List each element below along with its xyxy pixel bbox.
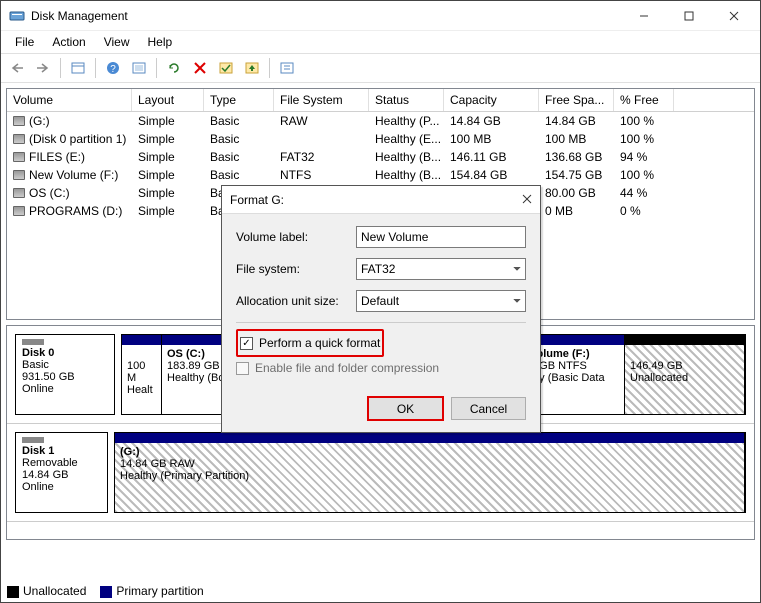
legend-primary: Primary partition <box>116 584 203 598</box>
table-row[interactable]: (Disk 0 partition 1)SimpleBasicHealthy (… <box>7 130 754 148</box>
quick-format-checkbox[interactable]: ✓ Perform a quick format <box>240 336 380 350</box>
maximize-button[interactable] <box>666 2 711 30</box>
show-hide-icon[interactable] <box>66 56 90 80</box>
legend: Unallocated Primary partition <box>7 584 204 598</box>
cancel-button[interactable]: Cancel <box>451 397 526 420</box>
quick-format-label: Perform a quick format <box>259 336 380 350</box>
dialog-titlebar: Format G: <box>222 186 540 214</box>
menu-action[interactable]: Action <box>44 33 93 51</box>
col-type[interactable]: Type <box>204 89 274 111</box>
col-volume[interactable]: Volume <box>7 89 132 111</box>
delete-icon[interactable] <box>188 56 212 80</box>
table-row[interactable]: New Volume (F:)SimpleBasicNTFSHealthy (B… <box>7 166 754 184</box>
legend-unallocated: Unallocated <box>23 584 86 598</box>
ok-button[interactable]: OK <box>368 397 443 420</box>
allocation-size-select[interactable]: Default <box>356 290 526 312</box>
window-title: Disk Management <box>31 9 621 23</box>
settings-icon[interactable] <box>127 56 151 80</box>
table-row[interactable]: FILES (E:)SimpleBasicFAT32Healthy (B...1… <box>7 148 754 166</box>
column-headers[interactable]: Volume Layout Type File System Status Ca… <box>7 89 754 112</box>
app-icon <box>9 8 25 24</box>
back-button[interactable] <box>5 56 29 80</box>
menubar: File Action View Help <box>1 31 760 53</box>
format-dialog: Format G: Volume label: File system: FAT… <box>221 185 541 433</box>
dialog-close-button[interactable] <box>522 193 532 207</box>
forward-button[interactable] <box>31 56 55 80</box>
file-system-label: File system: <box>236 262 356 276</box>
titlebar: Disk Management <box>1 1 760 31</box>
table-row[interactable]: (G:)SimpleBasicRAWHealthy (P...14.84 GB1… <box>7 112 754 130</box>
col-fs[interactable]: File System <box>274 89 369 111</box>
col-layout[interactable]: Layout <box>132 89 204 111</box>
up-icon[interactable] <box>240 56 264 80</box>
help-icon[interactable]: ? <box>101 56 125 80</box>
disk-info[interactable]: Disk 1Removable14.84 GBOnline <box>15 432 108 513</box>
disk-bar[interactable]: (G:)14.84 GB RAWHealthy (Primary Partiti… <box>114 432 746 513</box>
file-system-select[interactable]: FAT32 <box>356 258 526 280</box>
compression-label: Enable file and folder compression <box>255 361 439 375</box>
allocation-size-label: Allocation unit size: <box>236 294 356 308</box>
toolbar: ? <box>1 53 760 83</box>
compression-checkbox: Enable file and folder compression <box>236 361 526 375</box>
refresh-icon[interactable] <box>162 56 186 80</box>
col-status[interactable]: Status <box>369 89 444 111</box>
col-pct[interactable]: % Free <box>614 89 674 111</box>
menu-help[interactable]: Help <box>140 33 181 51</box>
checkmark-icon: ✓ <box>240 337 253 350</box>
properties-icon[interactable] <box>275 56 299 80</box>
volume-label-field[interactable] <box>356 226 526 248</box>
dialog-title: Format G: <box>230 193 522 207</box>
menu-view[interactable]: View <box>96 33 138 51</box>
volume-label-label: Volume label: <box>236 230 356 244</box>
disk-info[interactable]: Disk 0Basic931.50 GBOnline <box>15 334 115 415</box>
checkbox-empty-icon <box>236 362 249 375</box>
check-icon[interactable] <box>214 56 238 80</box>
menu-file[interactable]: File <box>7 33 42 51</box>
svg-text:?: ? <box>110 64 116 75</box>
minimize-button[interactable] <box>621 2 666 30</box>
close-button[interactable] <box>711 2 756 30</box>
col-capacity[interactable]: Capacity <box>444 89 539 111</box>
col-free[interactable]: Free Spa... <box>539 89 614 111</box>
